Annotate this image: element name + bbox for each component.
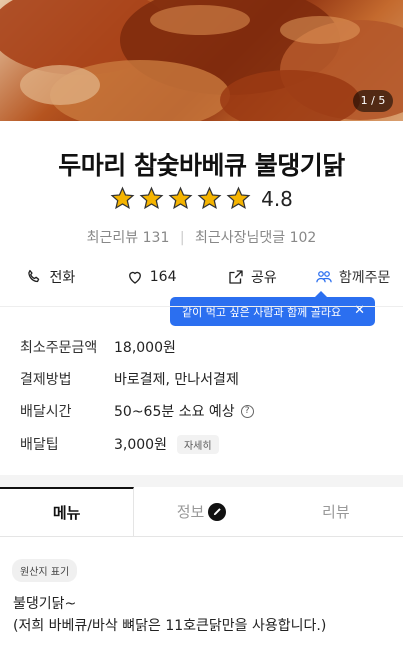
star-icon bbox=[226, 186, 251, 210]
section-separator bbox=[0, 475, 403, 487]
tab-info-label: 정보 bbox=[176, 503, 205, 521]
owner-replies-link[interactable]: 최근사장님댓글 102 bbox=[195, 230, 316, 246]
star-icon bbox=[168, 186, 193, 210]
tab-info[interactable]: 정보 bbox=[134, 487, 268, 536]
delivery-time-label: 배달시간 bbox=[20, 404, 72, 420]
share-button[interactable]: 공유 bbox=[202, 262, 303, 292]
help-icon[interactable]: ? bbox=[240, 404, 254, 418]
tab-review[interactable]: 리뷰 bbox=[269, 487, 403, 536]
like-count: 164 bbox=[149, 269, 177, 285]
call-button[interactable]: 전화 bbox=[0, 262, 101, 292]
delivery-time-value: 50~65분 소요 예상 bbox=[114, 404, 235, 420]
delivery-tip-row: 배달팁 3,000원 자세히 bbox=[20, 433, 219, 455]
tab-menu[interactable]: 메뉴 bbox=[0, 487, 135, 536]
min-order-label: 최소주문금액 bbox=[20, 340, 98, 356]
action-bar: 전화 164 공유 함께주문 bbox=[0, 262, 403, 292]
tip-value: 3,000원 bbox=[114, 437, 167, 453]
share-icon bbox=[229, 270, 243, 284]
rating-value: 4.8 bbox=[261, 186, 293, 211]
divider: | bbox=[179, 230, 185, 246]
store-name: 두마리 참숯바베큐 불댕기닭 bbox=[58, 151, 345, 180]
tip-value-wrap: 3,000원 자세히 bbox=[114, 434, 219, 454]
min-order-row: 최소주문금액 18,000원 bbox=[20, 336, 176, 358]
payment-row: 결제방법 바로결제, 만나서결제 bbox=[20, 368, 239, 390]
payment-label: 결제방법 bbox=[20, 372, 72, 388]
tab-menu-label: 메뉴 bbox=[52, 504, 81, 522]
pen-icon bbox=[208, 502, 227, 521]
share-label: 공유 bbox=[250, 270, 277, 286]
like-button[interactable]: 164 bbox=[101, 262, 202, 292]
group-order-label: 함께주문 bbox=[338, 270, 391, 286]
min-order-value: 18,000원 bbox=[114, 340, 176, 356]
phone-icon bbox=[28, 269, 40, 283]
call-label: 전화 bbox=[49, 270, 76, 286]
payment-value: 바로결제, 만나서결제 bbox=[114, 372, 239, 388]
star-icon bbox=[110, 186, 135, 210]
image-pager: 1 / 5 bbox=[353, 90, 393, 112]
recent-reviews-link[interactable]: 최근리뷰 131 bbox=[87, 230, 170, 246]
delivery-time-row: 배달시간 50~65분 소요 예상 ? bbox=[20, 400, 254, 422]
tab-bar: 메뉴 정보 리뷰 bbox=[0, 487, 403, 537]
section-divider bbox=[0, 306, 403, 307]
star-icon bbox=[197, 186, 222, 210]
tip-detail-button[interactable]: 자세히 bbox=[176, 434, 219, 454]
store-photo[interactable]: 1 / 5 bbox=[0, 0, 403, 121]
origin-label-button[interactable]: 원산지 표기 bbox=[12, 559, 78, 582]
rating-row: 4.8 bbox=[0, 186, 403, 211]
menu-notice-line1: 불댕기닭~ bbox=[13, 596, 77, 612]
review-summary: 최근리뷰 131 | 최근사장님댓글 102 bbox=[0, 227, 403, 247]
group-icon bbox=[316, 271, 332, 283]
delivery-time-value-wrap: 50~65분 소요 예상 ? bbox=[114, 401, 254, 421]
heart-icon bbox=[128, 271, 141, 284]
tip-label: 배달팁 bbox=[20, 437, 59, 453]
group-order-tooltip: 같이 먹고 싶은 사람과 함께 골라요 ✕ bbox=[170, 291, 375, 326]
grilled-chicken-image bbox=[0, 0, 403, 121]
tab-review-label: 리뷰 bbox=[322, 503, 350, 521]
group-order-button[interactable]: 함께주문 bbox=[302, 262, 403, 292]
menu-notice-line2: (저희 바베큐/바삭 뼈닭은 11호큰닭만을 사용합니다.) bbox=[13, 618, 327, 634]
star-icon bbox=[139, 186, 164, 210]
